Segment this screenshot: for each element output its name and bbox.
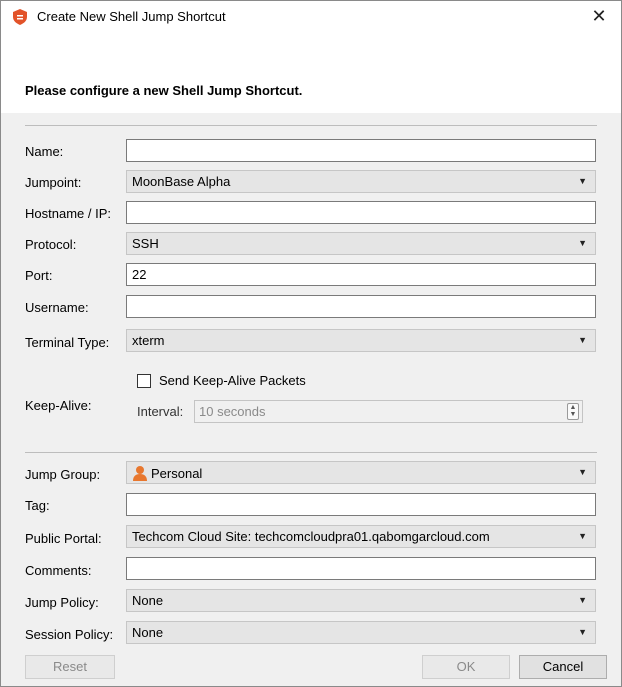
jump-policy-value: None <box>132 593 164 608</box>
username-label: Username: <box>25 300 89 315</box>
port-label: Port: <box>25 268 53 283</box>
jump-policy-label: Jump Policy: <box>25 595 99 610</box>
divider-middle <box>25 452 597 453</box>
interval-label: Interval: <box>137 404 184 419</box>
header-panel: Please configure a new Shell Jump Shortc… <box>1 31 621 113</box>
chevron-down-icon: ▼ <box>578 467 587 477</box>
session-policy-select[interactable]: None ▼ <box>126 621 596 644</box>
jump-group-value: Personal <box>151 466 203 481</box>
close-icon: ✕ <box>591 5 607 26</box>
window-title: Create New Shell Jump Shortcut <box>37 9 226 24</box>
ok-button[interactable]: OK <box>422 655 510 679</box>
session-policy-label: Session Policy: <box>25 627 114 642</box>
name-input[interactable] <box>126 139 596 162</box>
terminal-type-label: Terminal Type: <box>25 335 110 350</box>
dialog-window: Create New Shell Jump Shortcut ✕ Please … <box>0 0 622 687</box>
user-icon <box>133 466 147 481</box>
public-portal-label: Public Portal: <box>25 531 102 546</box>
divider-top <box>25 125 597 126</box>
public-portal-value: Techcom Cloud Site: techcomcloudpra01.qa… <box>132 529 490 544</box>
hostname-label: Hostname / IP: <box>25 206 111 221</box>
protocol-label: Protocol: <box>25 237 77 252</box>
spinner-arrows-icon[interactable]: ▲ ▼ <box>567 403 579 420</box>
protocol-select[interactable]: SSH ▼ <box>126 232 596 255</box>
reset-button[interactable]: Reset <box>25 655 115 679</box>
interval-value: 10 seconds <box>199 404 266 419</box>
keep-alive-label: Keep-Alive: <box>25 398 92 413</box>
terminal-type-select[interactable]: xterm ▼ <box>126 329 596 352</box>
comments-label: Comments: <box>25 563 92 578</box>
chevron-down-icon: ▼ <box>578 238 587 248</box>
chevron-down-icon: ▼ <box>578 531 587 541</box>
username-input[interactable] <box>126 295 596 318</box>
port-input[interactable]: 22 <box>126 263 596 286</box>
cancel-button[interactable]: Cancel <box>519 655 607 679</box>
jump-group-label: Jump Group: <box>25 467 101 482</box>
app-shield-icon <box>13 9 27 25</box>
header-instruction: Please configure a new Shell Jump Shortc… <box>25 83 303 98</box>
session-policy-value: None <box>132 625 164 640</box>
keep-alive-checkbox-label[interactable]: Send Keep-Alive Packets <box>159 373 306 388</box>
close-button[interactable]: ✕ <box>577 1 621 31</box>
hostname-input[interactable] <box>126 201 596 224</box>
name-label: Name: <box>25 144 64 159</box>
jumpoint-select[interactable]: MoonBase Alpha ▼ <box>126 170 596 193</box>
public-portal-select[interactable]: Techcom Cloud Site: techcomcloudpra01.qa… <box>126 525 596 548</box>
jump-policy-select[interactable]: None ▼ <box>126 589 596 612</box>
title-bar: Create New Shell Jump Shortcut ✕ <box>1 1 621 31</box>
protocol-value: SSH <box>132 236 159 251</box>
comments-input[interactable] <box>126 557 596 580</box>
tag-input[interactable] <box>126 493 596 516</box>
chevron-down-icon: ▼ <box>578 176 587 186</box>
keep-alive-checkbox[interactable] <box>137 374 151 388</box>
jump-group-select[interactable]: Personal ▼ <box>126 461 596 484</box>
jumpoint-value: MoonBase Alpha <box>132 174 231 189</box>
jumpoint-label: Jumpoint: <box>25 175 82 190</box>
chevron-down-icon: ▼ <box>578 595 587 605</box>
chevron-down-icon: ▼ <box>578 335 587 345</box>
chevron-down-icon: ▼ <box>578 627 587 637</box>
terminal-type-value: xterm <box>132 333 165 348</box>
interval-spinner[interactable]: 10 seconds ▲ ▼ <box>194 400 583 423</box>
tag-label: Tag: <box>25 498 50 513</box>
